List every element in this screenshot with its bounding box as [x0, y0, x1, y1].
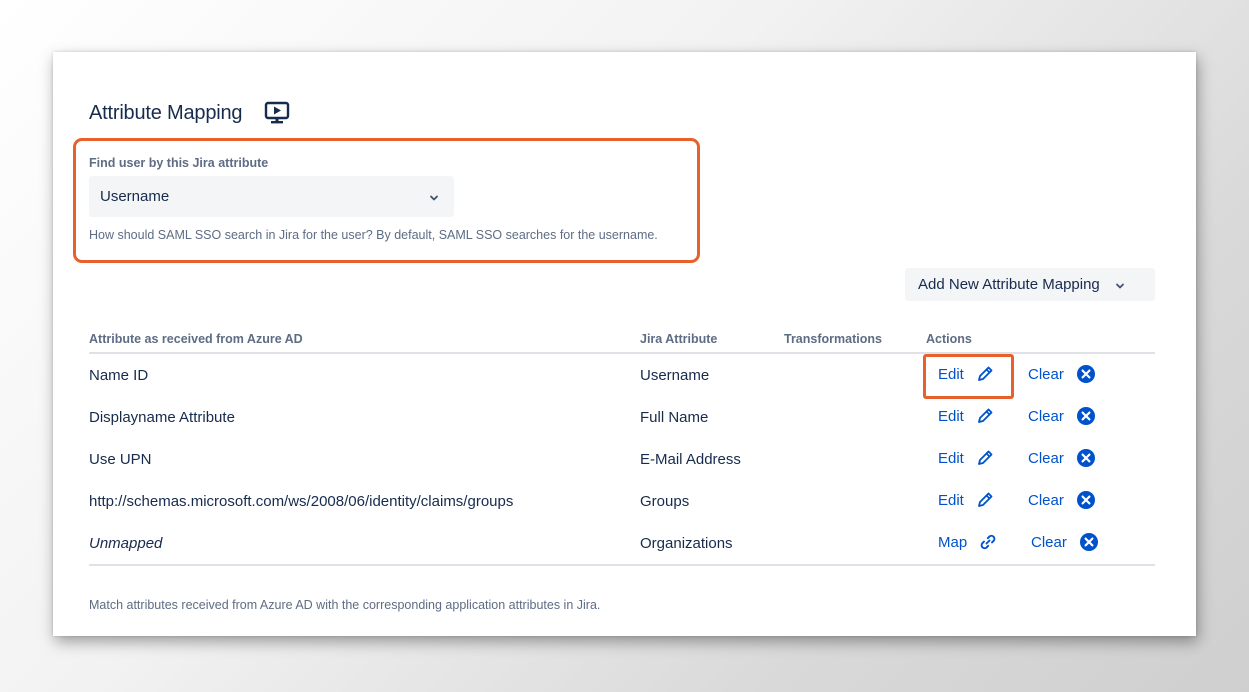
jira-attribute-cell: Full Name: [640, 409, 709, 426]
jira-attribute-cell: Username: [640, 367, 710, 384]
source-attribute-cell: http://schemas.microsoft.com/ws/2008/06/…: [89, 493, 514, 510]
clear-button[interactable]: Clear: [1028, 448, 1096, 468]
source-attribute-cell: Unmapped: [89, 535, 163, 552]
source-attribute-cell: Use UPN: [89, 451, 152, 468]
page-title: Attribute Mapping: [89, 101, 243, 124]
map-label: Map: [938, 533, 968, 551]
source-attribute-cell: Name ID: [89, 367, 149, 384]
close-circle-icon: [1076, 406, 1096, 426]
edit-button[interactable]: Edit: [938, 406, 995, 426]
table-row: Displayname Attribute Full Name Edit Cle…: [89, 396, 1155, 438]
edit-label: Edit: [938, 407, 964, 425]
header-transformations: Transformations: [784, 332, 882, 346]
find-user-select[interactable]: Username: [89, 176, 454, 217]
jira-attribute-cell: E-Mail Address: [640, 451, 741, 468]
footer-text: Match attributes received from Azure AD …: [89, 598, 601, 612]
find-user-help: How should SAML SSO search in Jira for t…: [89, 228, 658, 242]
edit-button[interactable]: Edit: [938, 490, 995, 510]
jira-attribute-cell: Organizations: [640, 535, 733, 552]
close-circle-icon: [1076, 490, 1096, 510]
attribute-mapping-panel: Attribute Mapping Find user by this Jira…: [53, 52, 1196, 636]
clear-label: Clear: [1031, 533, 1067, 551]
table-bottom-divider: [89, 564, 1155, 566]
pencil-icon: [975, 406, 995, 426]
close-circle-icon: [1076, 364, 1096, 384]
find-user-select-value: Username: [100, 188, 170, 205]
clear-button[interactable]: Clear: [1031, 532, 1099, 552]
source-attribute-cell: Displayname Attribute: [89, 409, 235, 426]
pencil-icon: [975, 448, 995, 468]
clear-label: Clear: [1028, 365, 1064, 383]
link-icon: [978, 532, 998, 552]
table-row: Use UPN E-Mail Address Edit Clear: [89, 438, 1155, 480]
header-source-attribute: Attribute as received from Azure AD: [89, 332, 303, 346]
close-circle-icon: [1076, 448, 1096, 468]
edit-highlight: [923, 354, 1014, 399]
pencil-icon: [975, 490, 995, 510]
add-attribute-mapping-button[interactable]: Add New Attribute Mapping: [905, 268, 1155, 301]
table-row: Unmapped Organizations Map Clear: [89, 522, 1155, 564]
edit-label: Edit: [938, 491, 964, 509]
clear-button[interactable]: Clear: [1028, 490, 1096, 510]
table-header: Attribute as received from Azure AD Jira…: [89, 330, 1155, 354]
table-row: http://schemas.microsoft.com/ws/2008/06/…: [89, 480, 1155, 522]
video-play-icon[interactable]: [264, 101, 290, 125]
map-button[interactable]: Map: [938, 532, 998, 552]
edit-label: Edit: [938, 449, 964, 467]
clear-button[interactable]: Clear: [1028, 364, 1096, 384]
clear-label: Clear: [1028, 407, 1064, 425]
chevron-down-icon: [1114, 279, 1126, 291]
header-jira-attribute: Jira Attribute: [640, 332, 718, 346]
find-user-label: Find user by this Jira attribute: [89, 156, 269, 170]
close-circle-icon: [1079, 532, 1099, 552]
title-row: Attribute Mapping: [89, 101, 290, 125]
jira-attribute-cell: Groups: [640, 493, 690, 510]
add-attribute-mapping-label: Add New Attribute Mapping: [918, 276, 1100, 293]
header-actions: Actions: [926, 332, 972, 346]
clear-label: Clear: [1028, 449, 1064, 467]
edit-button[interactable]: Edit: [938, 448, 995, 468]
chevron-down-icon: [428, 191, 440, 203]
clear-button[interactable]: Clear: [1028, 406, 1096, 426]
clear-label: Clear: [1028, 491, 1064, 509]
